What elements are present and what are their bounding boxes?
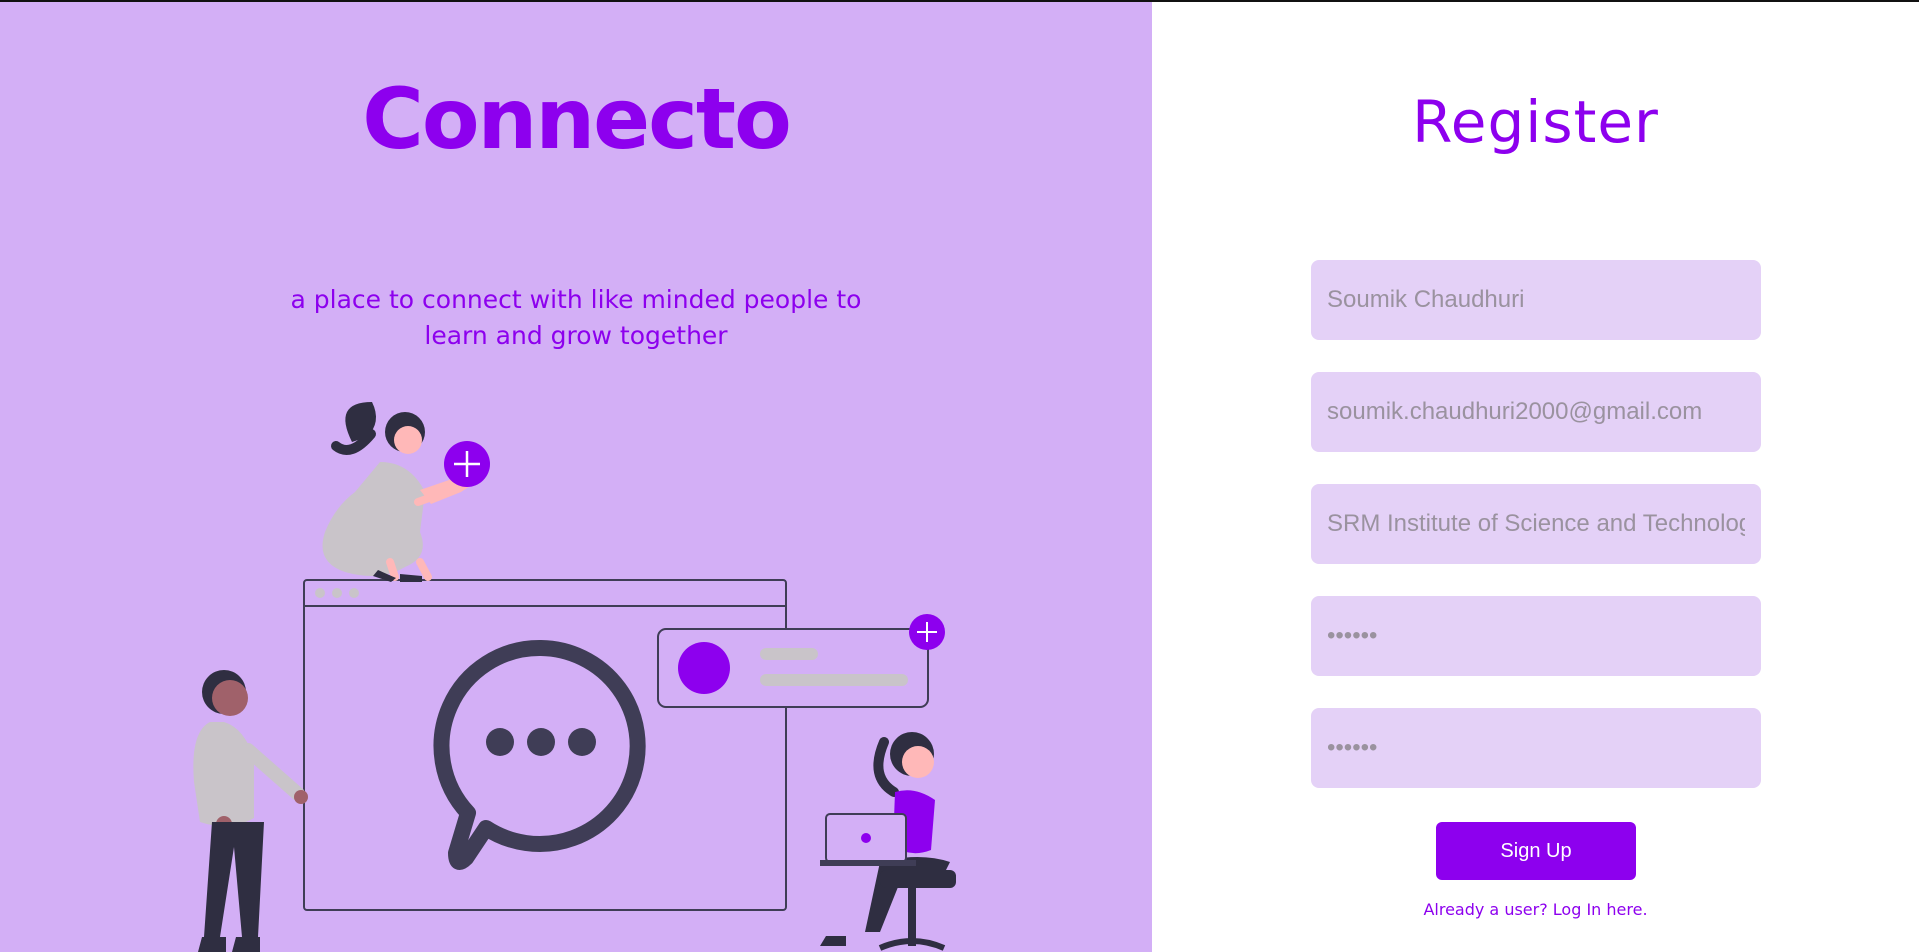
woman-figure-top xyxy=(322,402,490,582)
plus-icon xyxy=(909,614,945,650)
institution-input[interactable] xyxy=(1311,484,1761,564)
password-input[interactable] xyxy=(1311,596,1761,676)
notification-card-illustration xyxy=(657,614,945,708)
sign-up-button[interactable]: Sign Up xyxy=(1436,822,1636,880)
woman-figure-right xyxy=(820,732,956,951)
full-name-input[interactable] xyxy=(1311,260,1761,340)
window-top-border xyxy=(0,0,1919,2)
man-figure-left xyxy=(193,670,308,952)
plus-icon xyxy=(444,441,490,487)
community-illustration xyxy=(193,402,956,952)
login-link[interactable]: Already a user? Log In here. xyxy=(1152,900,1919,919)
chat-bubble-icon xyxy=(433,639,646,870)
hero-panel: Connecto a place to connect with like mi… xyxy=(0,2,1152,952)
confirm-password-input[interactable] xyxy=(1311,708,1761,788)
register-title: Register xyxy=(1412,88,1659,156)
laptop-icon xyxy=(820,813,916,866)
email-input[interactable] xyxy=(1311,372,1761,452)
register-panel: Register Sign Up Already a user? Log In … xyxy=(1152,2,1919,952)
avatar-icon xyxy=(678,642,730,694)
